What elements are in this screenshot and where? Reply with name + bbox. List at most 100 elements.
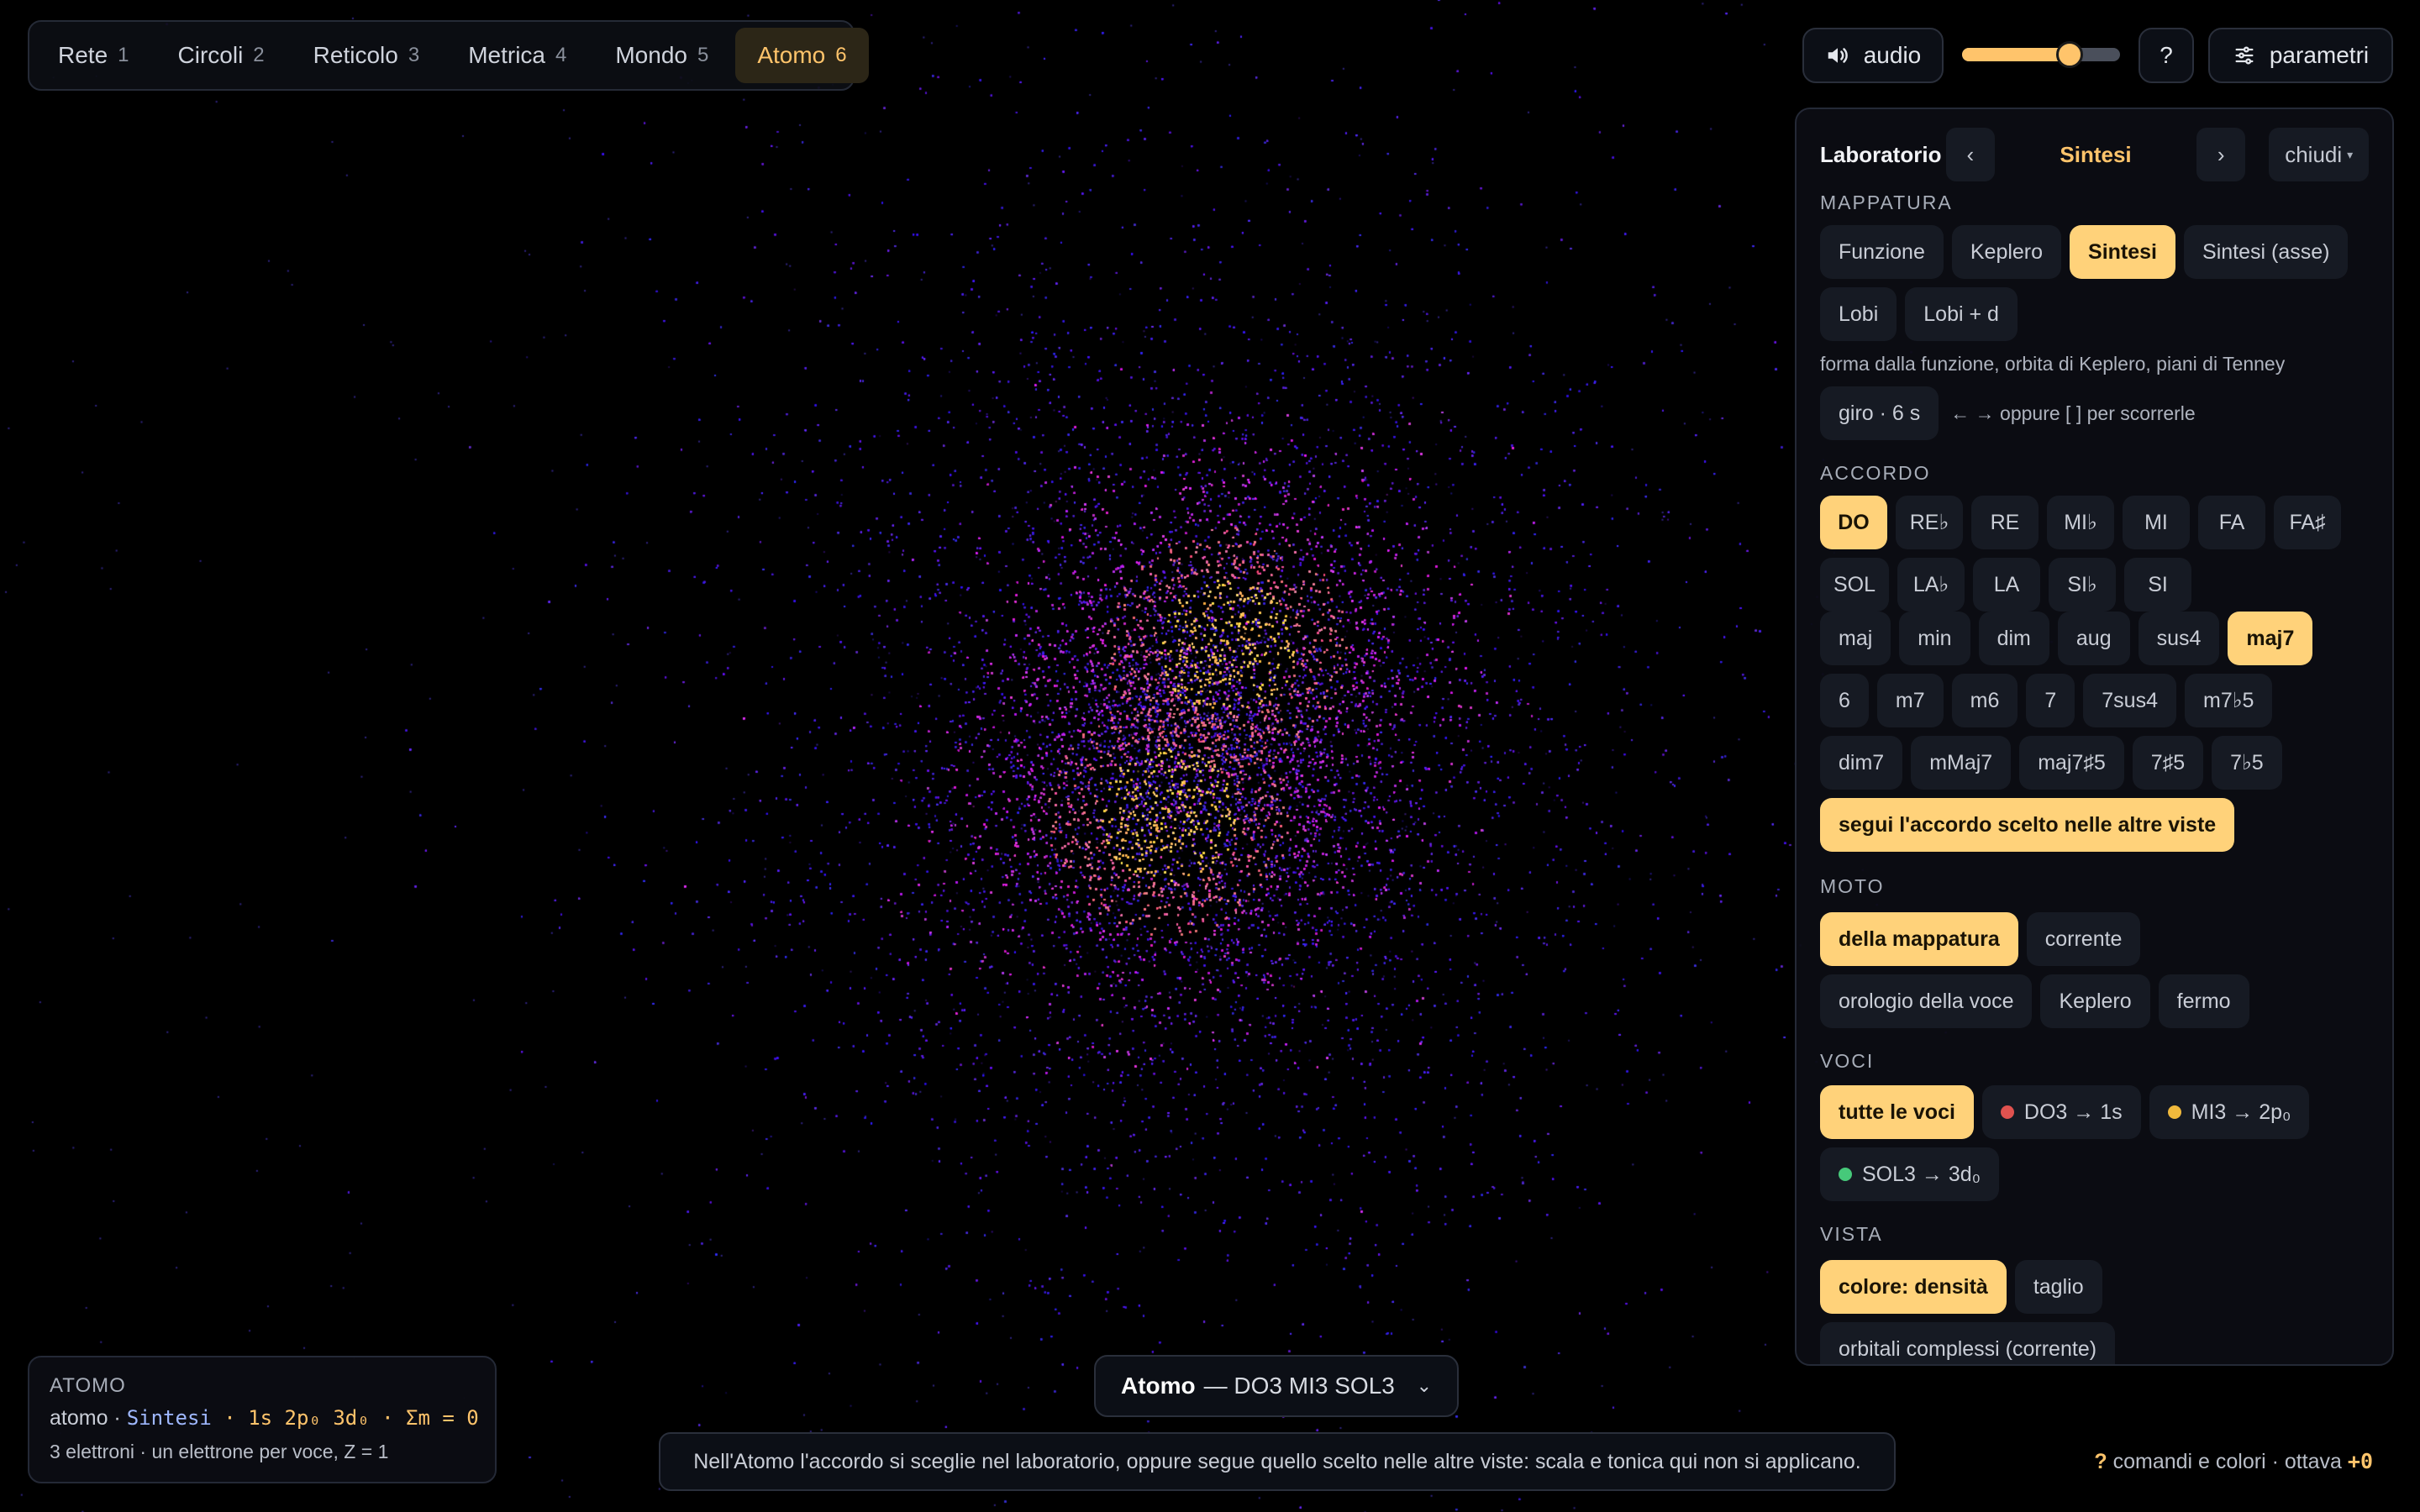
voice-do3[interactable]: DO3 → 1s — [1981, 1085, 2141, 1139]
volume-fill — [1962, 48, 2070, 61]
volume-thumb[interactable] — [2055, 41, 2083, 68]
vista-label: VISTA — [1820, 1223, 1883, 1245]
quality-maj[interactable]: maj — [1820, 612, 1891, 665]
info-formula-line: atomo · Sintesi · 1s 2p₀ 3d₀ · Σm = 0 — [50, 1406, 479, 1430]
root-fa[interactable]: FA — [2198, 496, 2265, 549]
quality-sus4[interactable]: sus4 — [2138, 612, 2220, 665]
mappatura-row-2: Lobi Lobi + d — [1820, 287, 2018, 341]
follow-chord-button[interactable]: segui l'accordo scelto nelle altre viste — [1820, 798, 2235, 852]
mapping-funzione[interactable]: Funzione — [1820, 225, 1944, 279]
quality-row-3: dim7 mMaj7 maj7♯5 7♯5 7♭5 — [1820, 736, 2282, 790]
quality-maj7[interactable]: maj7 — [2228, 612, 2313, 665]
root-re[interactable]: RE — [1971, 496, 2039, 549]
follow-row: segui l'accordo scelto nelle altre viste — [1820, 798, 2235, 852]
audio-button[interactable]: audio — [1802, 28, 1944, 83]
mapping-sintesi[interactable]: Sintesi — [2070, 225, 2176, 279]
motion-fermo[interactable]: fermo — [2158, 974, 2249, 1028]
chord-selector[interactable]: Atomo — DO3 MI3 SOL3 ⌄ — [1094, 1355, 1459, 1417]
giro-duration-button[interactable]: giro · 6 s — [1820, 386, 1939, 440]
caret-down-icon: ▾ — [2347, 147, 2354, 161]
prev-mapping-button[interactable]: ‹ — [1945, 128, 1996, 181]
quality-row-2: 6 m7 m6 7 7sus4 m7♭5 — [1820, 674, 2273, 727]
info-electrons: 3 elettroni · un elettrone per voce, Z =… — [50, 1441, 389, 1462]
all-voices-button[interactable]: tutte le voci — [1820, 1085, 1974, 1139]
mapping-lobi[interactable]: Lobi — [1820, 287, 1897, 341]
mapping-lobi-d[interactable]: Lobi + d — [1905, 287, 2018, 341]
root-la-flat[interactable]: LA♭ — [1897, 558, 1965, 612]
root-la[interactable]: LA — [1973, 558, 2041, 612]
root-mi[interactable]: MI — [2123, 496, 2190, 549]
vista-row-2: orbitali complessi (corrente) — [1820, 1322, 2116, 1364]
quality-mmaj7[interactable]: mMaj7 — [1911, 736, 2012, 790]
mapping-description: forma dalla funzione, orbita di Keplero,… — [1820, 353, 2286, 375]
tab-metrica[interactable]: Metrica 4 — [446, 28, 588, 83]
motion-keplero[interactable]: Keplero — [2040, 974, 2150, 1028]
voice-mi3[interactable]: MI3 → 2p₀ — [2149, 1085, 2310, 1139]
quality-dim7[interactable]: dim7 — [1820, 736, 1903, 790]
motion-della-mappatura[interactable]: della mappatura — [1820, 912, 2018, 966]
root-si[interactable]: SI — [2124, 558, 2192, 612]
root-do[interactable]: DO — [1820, 496, 1887, 549]
quality-min[interactable]: min — [1899, 612, 1970, 665]
quality-7[interactable]: 7 — [2026, 674, 2075, 727]
tab-circoli[interactable]: Circoli 2 — [156, 28, 287, 83]
view-tabs: Rete 1 Circoli 2 Reticolo 3 Metrica 4 Mondo 5… — [28, 20, 869, 91]
quality-m6[interactable]: m6 — [1951, 674, 2018, 727]
volume-slider[interactable] — [1962, 41, 2120, 68]
next-mapping-button[interactable]: › — [2196, 128, 2246, 181]
quality-6[interactable]: 6 — [1820, 674, 1869, 727]
root-mi-flat[interactable]: MI♭ — [2047, 496, 2114, 549]
voci-row-2: SOL3 → 3d₀ — [1820, 1147, 2000, 1201]
moto-row-2: orologio della voce Keplero fermo — [1820, 974, 2249, 1028]
tab-atomo[interactable]: Atomo 6 — [735, 28, 869, 83]
root-sol[interactable]: SOL — [1820, 558, 1890, 612]
giro-row: giro · 6 s ← → oppure [ ] per scorrerle — [1820, 386, 2196, 440]
panel-title: Laboratorio — [1820, 141, 1942, 167]
mapping-sintesi-asse[interactable]: Sintesi (asse) — [2184, 225, 2349, 279]
info-title: ATOMO — [50, 1374, 126, 1397]
chevron-down-icon: ⌄ — [1416, 1375, 1432, 1396]
root-si-flat[interactable]: SI♭ — [2049, 558, 2117, 612]
atom-info-box: ATOMO atomo · Sintesi · 1s 2p₀ 3d₀ · Σm … — [28, 1356, 497, 1483]
moto-row-1: della mappatura corrente — [1820, 912, 2141, 966]
root-re-flat[interactable]: RE♭ — [1896, 496, 1963, 549]
speaker-icon — [1828, 48, 1848, 63]
quality-7sus4[interactable]: 7sus4 — [2083, 674, 2176, 727]
roots-row-1: DO RE♭ RE MI♭ MI FA FA♯ — [1820, 496, 2341, 549]
accordo-label: ACCORDO — [1820, 462, 1931, 484]
quality-m7[interactable]: m7 — [1876, 674, 1944, 727]
mapping-keplero[interactable]: Keplero — [1951, 225, 2062, 279]
footer-hint: ? comandi e colori · ottava +0 — [2094, 1449, 2373, 1473]
view-color-density[interactable]: colore: densità — [1820, 1260, 2007, 1314]
mappatura-label: MAPPATURA — [1820, 192, 1953, 213]
current-mapping: Sintesi — [2060, 141, 2132, 167]
voci-label: VOCI — [1820, 1050, 1875, 1072]
quality-maj7-sharp5[interactable]: maj7♯5 — [2019, 736, 2124, 790]
help-button[interactable]: ? — [2139, 28, 2194, 83]
close-panel-button[interactable]: chiudi ▾ — [2269, 128, 2370, 181]
voice-sol3[interactable]: SOL3 → 3d₀ — [1820, 1147, 2000, 1201]
tab-reticolo[interactable]: Reticolo 3 — [292, 28, 442, 83]
voice-color-dot — [2000, 1105, 2014, 1119]
motion-orologio-voce[interactable]: orologio della voce — [1820, 974, 2033, 1028]
tab-mondo[interactable]: Mondo 5 — [593, 28, 730, 83]
motion-corrente[interactable]: corrente — [2026, 912, 2141, 966]
mappatura-row-1: Funzione Keplero Sintesi Sintesi (asse) — [1820, 225, 2349, 279]
quality-7-flat5[interactable]: 7♭5 — [2212, 736, 2282, 790]
quality-m7b5[interactable]: m7♭5 — [2185, 674, 2273, 727]
tab-rete[interactable]: Rete 1 — [36, 28, 151, 83]
panel-header: Laboratorio ‹ Sintesi › chiudi ▾ — [1820, 128, 2370, 181]
roots-row-2: SOL LA♭ LA SI♭ SI — [1820, 558, 2192, 612]
octave-value: +0 — [2347, 1449, 2373, 1473]
root-fa-sharp[interactable]: FA♯ — [2274, 496, 2341, 549]
view-taglio[interactable]: taglio — [2014, 1260, 2102, 1314]
quality-dim[interactable]: dim — [1978, 612, 2049, 665]
quality-aug[interactable]: aug — [2057, 612, 2130, 665]
quality-7-sharp5[interactable]: 7♯5 — [2132, 736, 2204, 790]
voice-color-dot — [2167, 1105, 2181, 1119]
moto-label: MOTO — [1820, 875, 1885, 897]
view-complex-orbitals[interactable]: orbitali complessi (corrente) — [1820, 1322, 2116, 1364]
vista-row-1: colore: densità taglio — [1820, 1260, 2102, 1314]
laboratorio-panel: Laboratorio ‹ Sintesi › chiudi ▾ MAPPATUR… — [1795, 108, 2394, 1366]
parameters-button[interactable]: parametri — [2208, 28, 2393, 83]
